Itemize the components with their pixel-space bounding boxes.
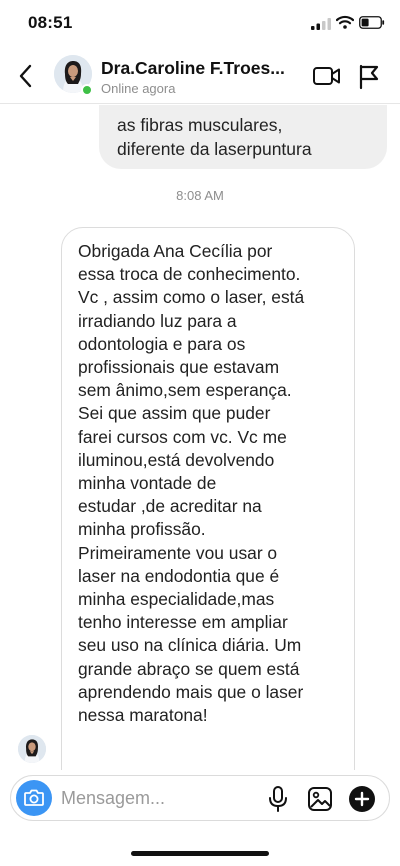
cellular-signal-icon [311,18,331,30]
message-line: odontologia e para os [78,333,246,354]
chat-header: Dra.Caroline F.Troes... Online agora [0,48,400,104]
message-composer [10,775,390,821]
message-line: essa troca de conhecimento. [78,264,301,285]
camera-icon [24,789,44,806]
received-message-bubble[interactable]: Obrigada Ana Cecília por essa troca de c… [61,227,355,770]
wifi-icon [336,15,354,29]
message-input[interactable] [61,783,261,813]
message-timestamp: 8:08 AM [176,188,224,203]
message-line: laser na endodontia que é [78,565,280,586]
camera-button[interactable] [16,780,52,816]
message-line: profissionais que estavam [78,357,280,378]
contact-name[interactable]: Dra.Caroline F.Troes... [101,58,306,79]
message-line: nessa maratona! [78,705,208,726]
message-line: minha profissão. [78,519,206,540]
message-line: as fibras musculares, [117,115,283,135]
sent-message-bubble[interactable]: as fibras musculares, diferente da laser… [99,105,387,169]
message-line: diferente da laserpuntura [117,139,312,159]
back-chevron-icon[interactable] [14,62,38,90]
message-line: estudar ,de acreditar na [78,496,262,517]
message-line: Sei que assim que puder [78,403,271,424]
message-line: minha especialidade,mas [78,589,275,610]
message-line: minha vontade de [78,473,217,494]
contact-online-status: Online agora [101,81,176,96]
message-line: Primeiramente vou usar o [78,542,278,563]
plus-icon [354,791,370,807]
battery-icon [359,16,385,29]
image-gallery-icon[interactable] [307,786,333,812]
message-line: sem ânimo,sem esperança. [78,380,292,401]
message-line: aprendendo mais que o laser [78,681,304,702]
status-time: 08:51 [28,13,73,32]
status-bar: 08:51 [0,0,400,48]
message-line: irradiando luz para a [78,310,237,331]
avatar-photo-icon [18,735,46,763]
message-line: farei cursos com vc. Vc me [78,426,287,447]
flag-report-icon[interactable] [357,62,381,90]
home-indicator[interactable] [131,851,269,856]
online-status-dot [81,84,93,96]
message-line: grande abraço se quem está [78,658,300,679]
video-call-icon[interactable] [312,64,342,88]
message-line: iluminou,está devolvendo [78,449,275,470]
message-thread[interactable]: as fibras musculares, diferente da laser… [0,105,400,770]
message-line: Obrigada Ana Cecília por [78,241,273,261]
message-line: Vc , assim como o laser, está [78,287,305,308]
microphone-icon[interactable] [267,785,289,813]
message-line: tenho interesse em ampliar [78,612,288,633]
add-content-button[interactable] [349,786,375,812]
message-line: seu uso na clínica diária. Um [78,635,302,656]
sender-avatar[interactable] [18,735,46,763]
